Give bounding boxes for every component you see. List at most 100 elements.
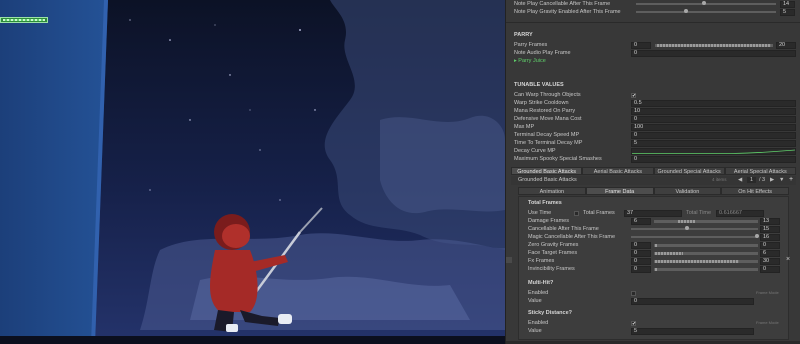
slider-handle[interactable] — [685, 226, 689, 230]
field-label: Note Play Cancellable After This Frame — [514, 1, 611, 7]
max-field[interactable]: 0 — [760, 265, 780, 273]
prev-page-icon[interactable]: ◀ — [738, 177, 742, 183]
tunable-row: Terminal Decay Speed MP 0 — [514, 131, 796, 139]
night-scene-illustration — [0, 0, 505, 344]
value-field[interactable]: 5 — [631, 139, 796, 147]
tunable-row: Decay Curve MP — [514, 147, 796, 155]
max-field[interactable]: 6 — [760, 249, 780, 257]
value-field[interactable]: 5 — [780, 8, 795, 16]
use-time-label: Use Time — [528, 210, 552, 216]
min-field[interactable]: 0 — [631, 241, 651, 249]
min-field[interactable]: 6 — [631, 217, 651, 225]
value-field[interactable]: 5 — [631, 327, 754, 335]
range-fill[interactable] — [655, 259, 739, 263]
total-frames-field[interactable]: 37 — [624, 209, 682, 217]
section-title-parry: PARRY — [514, 32, 533, 38]
divider — [506, 22, 800, 23]
tunable-row: Time To Terminal Decay MP 5 — [514, 139, 796, 147]
value-field[interactable]: 0 — [631, 115, 796, 123]
game-viewport — [0, 0, 505, 344]
frame-slider-row: Magic Cancellable After This Frame 16 — [528, 233, 795, 241]
tab-grounded-special[interactable]: Grounded Special Attacks — [653, 167, 725, 175]
field-label: Warp Strike Cooldown — [514, 100, 569, 106]
max-field[interactable]: 0 — [760, 241, 780, 249]
range-track[interactable] — [654, 219, 758, 223]
slider-handle[interactable] — [684, 9, 688, 13]
page-field[interactable]: 1 — [747, 177, 757, 183]
field-label: Cancellable After This Frame — [528, 226, 599, 232]
value-field[interactable]: 15 — [760, 225, 780, 233]
range-track[interactable] — [654, 267, 758, 271]
field-label: Parry Frames — [514, 42, 548, 48]
value-field[interactable]: 10 — [631, 107, 796, 115]
decay-curve-field[interactable] — [631, 147, 796, 155]
range-track[interactable] — [654, 243, 758, 247]
min-field[interactable]: 0 — [631, 265, 651, 273]
slider-track[interactable] — [636, 11, 776, 13]
value-field[interactable]: 0 — [631, 297, 754, 305]
range-fill[interactable] — [657, 43, 771, 47]
min-field[interactable]: 0 — [631, 257, 651, 265]
frame-mode-hint: Frame Mode — [756, 320, 779, 325]
tab-frame-data[interactable]: Frame Data — [585, 187, 654, 195]
total-frames-title: Total Frames — [528, 200, 562, 206]
use-time-checkbox[interactable] — [574, 210, 579, 216]
tab-aerial-basic[interactable]: Aerial Basic Attacks — [582, 167, 654, 175]
list-title: Grounded Basic Attacks — [518, 177, 577, 183]
parry-juice-label: ▸ Parry Juice — [514, 57, 546, 65]
slider-handle[interactable] — [702, 1, 706, 5]
next-page-icon[interactable]: ▶ — [770, 177, 774, 183]
min-field[interactable]: 0 — [631, 249, 651, 257]
slider-track[interactable] — [636, 3, 776, 5]
tab-animation[interactable]: Animation — [518, 187, 586, 195]
field-label: Note Play Gravity Enabled After This Fra… — [514, 9, 621, 15]
slider-handle[interactable] — [755, 234, 759, 238]
field-label: Mana Restored On Parry — [514, 108, 576, 114]
range-fill[interactable] — [655, 267, 657, 271]
value-field[interactable]: 16 — [760, 233, 780, 241]
slider-track[interactable] — [631, 228, 758, 230]
value-field[interactable]: 0 — [631, 131, 796, 139]
total-time-field: 0.616667 — [716, 209, 764, 217]
value-field[interactable]: 100 — [631, 123, 796, 131]
tab-aerial-special[interactable]: Aerial Special Attacks — [724, 167, 796, 175]
parry-juice-foldout[interactable]: ▸ Parry Juice — [514, 57, 795, 65]
multi-hit-checkbox[interactable] — [631, 290, 636, 296]
max-field[interactable]: 30 — [760, 257, 780, 265]
value-field[interactable]: 14 — [780, 0, 795, 8]
field-label: Defensive Move Mana Cost — [514, 116, 582, 122]
total-time-label: Total Time — [686, 210, 712, 216]
field-label: Damage Frames — [528, 218, 569, 224]
multi-hit-value-row: Value 0 — [528, 297, 795, 305]
value-field[interactable]: 0 — [631, 49, 796, 57]
field-label: Value — [528, 328, 542, 334]
tab-on-hit-effects[interactable]: On Hit Effects — [721, 187, 789, 195]
max-field[interactable]: 20 — [776, 41, 796, 49]
value-field[interactable]: 0.5 — [631, 99, 796, 107]
max-field[interactable]: 13 — [760, 217, 780, 225]
range-fill[interactable] — [655, 251, 683, 255]
item-count: 4 items — [712, 177, 727, 182]
frame-slider-row: Cancellable After This Frame 15 — [528, 225, 795, 233]
sticky-checkbox[interactable]: ✔ — [631, 320, 636, 326]
warp-checkbox[interactable]: ✔ — [631, 92, 636, 98]
min-field[interactable]: 0 — [631, 41, 651, 49]
drag-handle[interactable] — [506, 257, 512, 263]
range-fill[interactable] — [678, 219, 695, 223]
multi-hit-title: Multi-Hit? — [528, 280, 554, 286]
sticky-enabled-row: Enabled ✔ Frame Mode — [528, 319, 795, 327]
add-icon[interactable]: + — [789, 176, 793, 183]
field-label: Face Target Frames — [528, 250, 578, 256]
tab-validation[interactable]: Validation — [653, 187, 722, 195]
value-field[interactable]: 0 — [631, 155, 796, 163]
range-fill[interactable] — [655, 243, 657, 247]
dropdown-icon[interactable]: ▼ — [779, 177, 784, 183]
frame-range-row: Face Target Frames 0 6 — [528, 249, 795, 257]
tab-grounded-basic[interactable]: Grounded Basic Attacks — [511, 167, 583, 175]
slider-track[interactable] — [631, 236, 758, 238]
note-audio-row: Note Audio Play Frame 0 — [514, 49, 796, 57]
field-label: Note Audio Play Frame — [514, 50, 571, 56]
field-label: Decay Curve MP — [514, 148, 556, 154]
remove-icon[interactable]: × — [786, 256, 790, 263]
tunable-row: Warp Strike Cooldown 0.5 — [514, 99, 796, 107]
